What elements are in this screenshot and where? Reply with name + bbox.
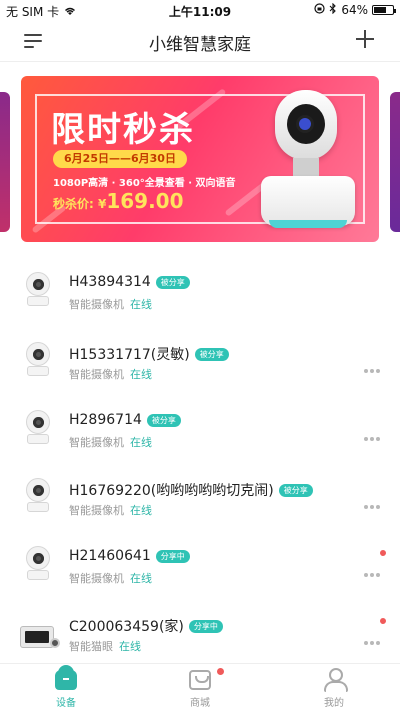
nav-bar: 小维智慧家庭 — [0, 20, 400, 62]
share-badge: 分享中 — [188, 619, 223, 633]
banner-dates: 6月25日——6月30日 — [53, 150, 187, 168]
device-status: 在线 — [130, 436, 152, 449]
more-icon[interactable] — [364, 630, 382, 645]
banner-price: 秒杀价: ¥169.00 — [53, 189, 184, 213]
battery-fill — [374, 7, 386, 13]
device-type: 智能猫眼 — [69, 640, 113, 653]
camera-icon — [24, 272, 52, 308]
peephole-icon — [20, 624, 60, 650]
page-title: 小维智慧家庭 — [149, 35, 251, 55]
device-name: H15331717(灵敏) — [69, 347, 190, 363]
device-row[interactable]: H2896714 被分享 智能摄像机 在线 — [0, 406, 400, 474]
device-type: 智能摄像机 — [69, 504, 124, 517]
share-badge: 被分享 — [155, 275, 190, 289]
device-status: 在线 — [130, 572, 152, 585]
battery-icon — [372, 5, 396, 15]
device-name: C200063459(家) — [69, 619, 184, 635]
camera-icon — [24, 342, 52, 378]
promo-banner[interactable]: 限时秒杀 6月25日——6月30日 1080P高清 · 360°全景查看 · 双… — [21, 76, 379, 242]
share-badge: 分享中 — [155, 549, 190, 563]
more-icon[interactable] — [364, 426, 382, 441]
banner-price-label: 秒杀价: ¥ — [53, 197, 107, 211]
tab-label: 商城 — [190, 698, 210, 709]
tab-profile[interactable]: 我的 — [294, 668, 374, 709]
tab-label: 设备 — [56, 698, 76, 709]
status-right: 64% — [314, 2, 396, 17]
more-icon[interactable] — [364, 562, 382, 577]
share-badge: 被分享 — [146, 413, 181, 427]
more-icon[interactable] — [364, 358, 382, 373]
banner-headline: 限时秒杀 — [51, 110, 195, 150]
device-type: 智能摄像机 — [69, 368, 124, 381]
alert-dot — [380, 618, 386, 624]
banner-features: 1080P高清 · 360°全景查看 · 双向语音 — [53, 178, 236, 189]
profile-icon — [323, 668, 348, 692]
device-name: H16769220(哟哟哟哟哟切克闹) — [69, 483, 274, 499]
tab-bar: 设备 商城 我的 — [0, 663, 400, 711]
plus-icon[interactable] — [356, 30, 374, 48]
tab-label: 我的 — [324, 698, 344, 709]
device-name: H2896714 — [69, 412, 142, 428]
more-icon[interactable] — [364, 494, 382, 509]
camera-icon — [24, 546, 52, 582]
device-type: 智能摄像机 — [69, 436, 124, 449]
battery-percent: 64% — [341, 3, 368, 17]
tab-devices[interactable]: 设备 — [26, 665, 106, 709]
device-row[interactable]: H43894314 被分享 智能摄像机 在线 — [0, 268, 400, 336]
home-icon — [55, 665, 77, 690]
device-row[interactable]: H15331717(灵敏) 被分享 智能摄像机 在线 — [0, 338, 400, 406]
status-bar: 无 SIM 卡 上午11:09 64% — [0, 0, 400, 20]
orientation-lock-icon — [314, 3, 325, 17]
device-row[interactable]: H16769220(哟哟哟哟哟切克闹) 被分享 智能摄像机 在线 — [0, 474, 400, 542]
device-type: 智能摄像机 — [69, 572, 124, 585]
shop-icon — [189, 670, 211, 690]
tab-shop[interactable]: 商城 — [160, 668, 240, 709]
bluetooth-icon — [329, 2, 337, 17]
camera-icon — [24, 410, 52, 446]
device-status: 在线 — [130, 504, 152, 517]
camera-product-image — [253, 82, 363, 242]
device-status: 在线 — [130, 298, 152, 311]
alert-dot — [380, 550, 386, 556]
banner-price-value: 169.00 — [106, 189, 184, 213]
device-type: 智能摄像机 — [69, 298, 124, 311]
device-name: H43894314 — [69, 274, 151, 290]
banner-prev-peek[interactable] — [0, 92, 10, 232]
device-status: 在线 — [130, 368, 152, 381]
share-badge: 被分享 — [278, 483, 313, 497]
device-name: H21460641 — [69, 548, 151, 564]
notification-dot — [217, 668, 224, 675]
device-status: 在线 — [119, 640, 141, 653]
device-row[interactable]: H21460641 分享中 智能摄像机 在线 — [0, 542, 400, 610]
share-badge: 被分享 — [194, 347, 229, 361]
banner-next-peek[interactable] — [390, 92, 400, 232]
camera-icon — [24, 478, 52, 514]
